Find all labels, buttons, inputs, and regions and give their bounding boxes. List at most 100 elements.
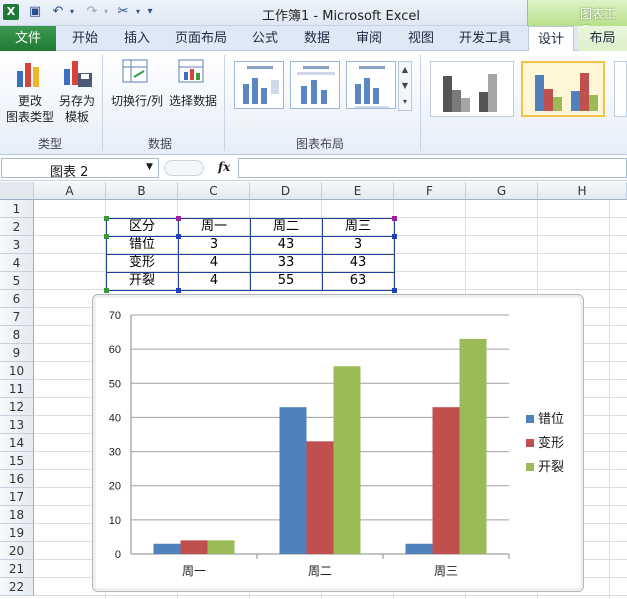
- row-header[interactable]: 20: [0, 542, 34, 560]
- range-handle[interactable]: [104, 288, 109, 293]
- table-cell[interactable]: 33: [250, 254, 322, 272]
- chart-style-3[interactable]: [614, 61, 627, 117]
- legend-item-变形[interactable]: 变形: [526, 436, 564, 452]
- row-header[interactable]: 6: [0, 290, 34, 308]
- table-cell[interactable]: 开裂: [106, 272, 178, 290]
- tab-design[interactable]: 设计: [528, 26, 574, 52]
- formula-bar-splitter[interactable]: [164, 160, 204, 176]
- column-header[interactable]: A: [34, 182, 106, 200]
- table-cell[interactable]: 43: [322, 254, 394, 272]
- redo-dropdown-icon[interactable]: ▾: [98, 4, 114, 20]
- range-handle[interactable]: [392, 216, 397, 221]
- row-header[interactable]: 19: [0, 524, 34, 542]
- column-header[interactable]: F: [394, 182, 466, 200]
- bar-错位-周一[interactable]: [153, 543, 181, 554]
- chart-layout-1[interactable]: [234, 61, 284, 109]
- row-header[interactable]: 9: [0, 344, 34, 362]
- layout-gallery-scroll[interactable]: ▲ ▼ ▾: [398, 61, 412, 111]
- tab-file[interactable]: 文件: [0, 26, 56, 51]
- bar-变形-周二[interactable]: [306, 441, 334, 554]
- tab-view[interactable]: 视图: [398, 26, 444, 51]
- bar-错位-周三[interactable]: [405, 543, 433, 554]
- table-header-cell[interactable]: 周三: [322, 218, 394, 236]
- tab-data[interactable]: 数据: [294, 26, 340, 51]
- save-as-template-icon[interactable]: [62, 57, 94, 89]
- bar-开裂-周一[interactable]: [207, 540, 235, 554]
- excel-app-icon[interactable]: X: [3, 4, 19, 20]
- switch-row-column-icon[interactable]: [120, 57, 152, 87]
- select-data-label[interactable]: 选择数据: [166, 93, 220, 109]
- tab-review[interactable]: 审阅: [346, 26, 392, 51]
- row-header[interactable]: 18: [0, 506, 34, 524]
- tab-formulas[interactable]: 公式: [242, 26, 288, 51]
- select-data-icon[interactable]: [176, 57, 208, 87]
- insert-function-icon[interactable]: fx: [218, 160, 230, 174]
- column-header[interactable]: B: [106, 182, 178, 200]
- table-cell[interactable]: 错位: [106, 236, 178, 254]
- tab-home[interactable]: 开始: [62, 26, 108, 51]
- row-header[interactable]: 11: [0, 380, 34, 398]
- customize-toolbar-icon[interactable]: ▾: [142, 4, 158, 20]
- row-header[interactable]: 17: [0, 488, 34, 506]
- row-header[interactable]: 3: [0, 236, 34, 254]
- table-header-cell[interactable]: 区分: [106, 218, 178, 236]
- row-header[interactable]: 8: [0, 326, 34, 344]
- range-handle[interactable]: [176, 216, 181, 221]
- chart-layout-2[interactable]: [290, 61, 340, 109]
- row-header[interactable]: 22: [0, 578, 34, 596]
- tab-insert[interactable]: 插入: [114, 26, 160, 51]
- bar-变形-周三[interactable]: [432, 407, 460, 554]
- range-handle[interactable]: [104, 234, 109, 239]
- formula-input[interactable]: [238, 158, 627, 178]
- row-header[interactable]: 16: [0, 470, 34, 488]
- switch-row-column-label[interactable]: 切换行/列: [108, 93, 166, 109]
- range-handle[interactable]: [176, 288, 181, 293]
- bar-开裂-周二[interactable]: [333, 366, 361, 554]
- tab-developer[interactable]: 开发工具: [452, 26, 518, 51]
- row-header[interactable]: 13: [0, 416, 34, 434]
- save-as-template-label[interactable]: 另存为 模板: [54, 93, 100, 125]
- table-header-cell[interactable]: 周二: [250, 218, 322, 236]
- tools-icon[interactable]: ✂: [115, 4, 131, 20]
- table-cell[interactable]: 55: [250, 272, 322, 290]
- embedded-chart[interactable]: 0 10 20 30 40 50 60 70 周一 周二 周三: [92, 294, 584, 592]
- row-header[interactable]: 10: [0, 362, 34, 380]
- range-handle[interactable]: [392, 234, 397, 239]
- chevron-down-icon[interactable]: ▼: [146, 162, 153, 172]
- table-cell[interactable]: 63: [322, 272, 394, 290]
- change-chart-type-label[interactable]: 更改 图表类型: [4, 93, 56, 125]
- undo-dropdown-icon[interactable]: ▾: [64, 4, 80, 20]
- column-header[interactable]: H: [538, 182, 627, 200]
- legend-item-错位[interactable]: 错位: [526, 412, 564, 428]
- row-header[interactable]: 15: [0, 452, 34, 470]
- row-header[interactable]: 12: [0, 398, 34, 416]
- bar-开裂-周三[interactable]: [459, 338, 487, 554]
- table-cell[interactable]: 4: [178, 254, 250, 272]
- table-cell[interactable]: 43: [250, 236, 322, 254]
- chart-style-2-selected[interactable]: [521, 61, 605, 117]
- table-cell[interactable]: 变形: [106, 254, 178, 272]
- legend-item-开裂[interactable]: 开裂: [526, 460, 564, 476]
- row-header[interactable]: 4: [0, 254, 34, 272]
- row-header[interactable]: 7: [0, 308, 34, 326]
- name-box[interactable]: 图表 2 ▼: [1, 158, 159, 180]
- table-cell[interactable]: 4: [178, 272, 250, 290]
- select-all-corner[interactable]: [0, 182, 34, 200]
- range-handle[interactable]: [392, 288, 397, 293]
- chart-layout-3[interactable]: [346, 61, 396, 109]
- row-header[interactable]: 2: [0, 218, 34, 236]
- row-header[interactable]: 5: [0, 272, 34, 290]
- range-handle[interactable]: [104, 216, 109, 221]
- change-chart-type-icon[interactable]: [14, 57, 46, 89]
- column-header[interactable]: G: [466, 182, 538, 200]
- bar-错位-周二[interactable]: [279, 407, 307, 554]
- save-icon[interactable]: ▣: [27, 4, 43, 20]
- row-header[interactable]: 1: [0, 200, 34, 218]
- column-header[interactable]: E: [322, 182, 394, 200]
- chart-plot[interactable]: 0 10 20 30 40 50 60 70 周一 周二 周三: [93, 295, 585, 593]
- bar-变形-周一[interactable]: [180, 540, 208, 554]
- range-handle[interactable]: [176, 234, 181, 239]
- chart-style-1[interactable]: [430, 61, 514, 117]
- table-cell[interactable]: 3: [322, 236, 394, 254]
- tab-chart-layout[interactable]: 布局: [578, 26, 627, 51]
